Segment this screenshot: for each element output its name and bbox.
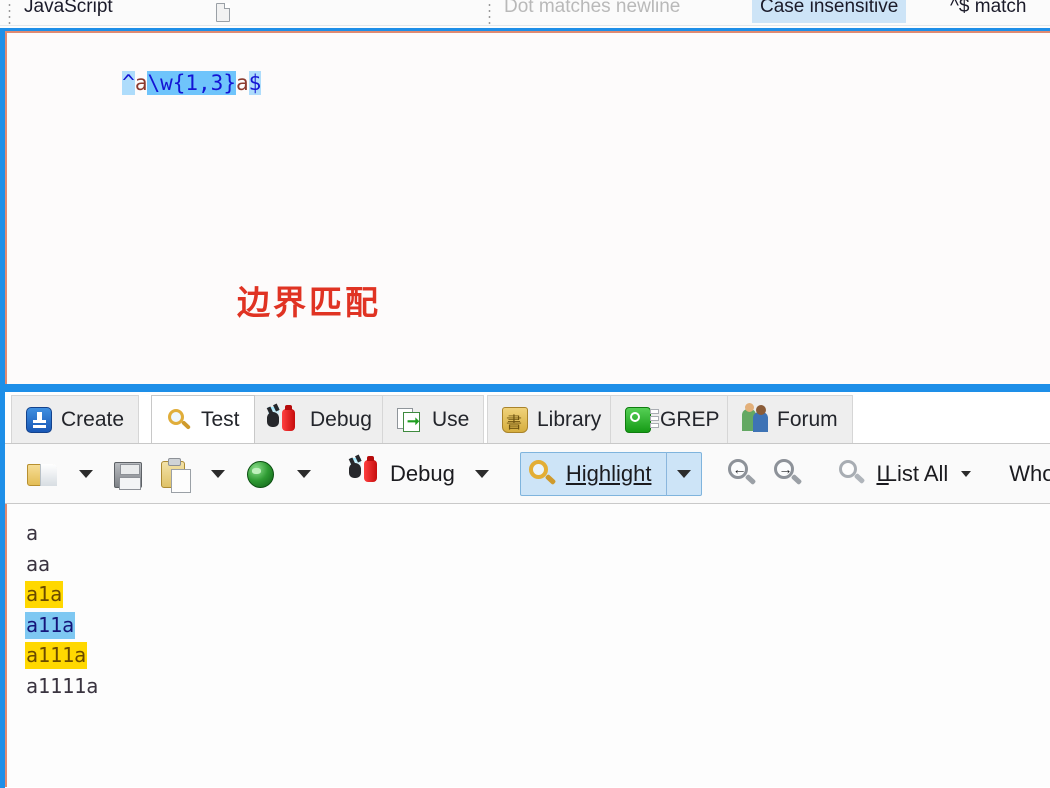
magnifier-left-arrow-icon: ← bbox=[727, 458, 759, 490]
list-all-button[interactable]: L List All bbox=[830, 452, 984, 496]
tab-create-label: Create bbox=[61, 407, 125, 431]
test-line: a11a bbox=[25, 610, 1050, 641]
toolbar-grip[interactable] bbox=[8, 2, 11, 24]
test-line-text-match: a111a bbox=[25, 642, 88, 669]
tab-debug[interactable]: Debug bbox=[252, 395, 387, 443]
open-file-dropdown[interactable] bbox=[66, 452, 106, 496]
grep-icon bbox=[625, 406, 659, 433]
test-line-text-selected-match: a11a bbox=[25, 611, 76, 639]
debug-bug-icon bbox=[349, 455, 383, 490]
tab-create[interactable]: Create bbox=[11, 395, 140, 443]
test-line-text: a1111a bbox=[26, 673, 99, 698]
regex-token-literal-a1: a bbox=[134, 71, 148, 95]
regex-input-area[interactable]: ^a\w{1,3}a$ 边界匹配 bbox=[5, 31, 1050, 390]
tab-library[interactable]: Library bbox=[487, 395, 617, 443]
magnifier-right-arrow-icon: → bbox=[773, 458, 805, 490]
regex-editor-panel: ^a\w{1,3}a$ 边界匹配 bbox=[0, 28, 1050, 390]
debug-button[interactable]: Debug bbox=[342, 452, 462, 496]
option-dot-matches-newline[interactable]: Dot matches newline bbox=[504, 0, 680, 18]
paste-dropdown[interactable] bbox=[198, 452, 238, 496]
library-icon bbox=[502, 406, 528, 433]
option-case-insensitive[interactable]: Case insensitive bbox=[752, 0, 907, 23]
floppy-save-icon bbox=[113, 458, 145, 490]
test-line-text: aa bbox=[26, 551, 51, 576]
tab-debug-label: Debug bbox=[310, 407, 372, 431]
tab-grep-label: GREP bbox=[660, 407, 720, 431]
debug-bug-icon bbox=[267, 404, 301, 433]
regex-flavor-label[interactable]: JavaScript bbox=[24, 0, 113, 18]
tab-use-label: Use bbox=[432, 407, 470, 431]
tab-forum[interactable]: Forum bbox=[727, 395, 853, 443]
highlight-button[interactable]: Highlight bbox=[519, 451, 703, 496]
test-line: a111a bbox=[25, 640, 1050, 671]
globe-icon bbox=[245, 458, 277, 490]
test-toolbar: Debug Highlight ← → L List All Who bbox=[5, 444, 1050, 504]
toolbar-grip-2[interactable] bbox=[488, 2, 491, 24]
highlight-button-label: Highlight bbox=[565, 460, 652, 486]
test-panel: Create Test Debug ➞ Use 書 Library GREP F… bbox=[0, 392, 1050, 788]
annotation-text: 边界匹配 bbox=[237, 284, 381, 321]
chevron-down-icon bbox=[211, 469, 225, 478]
chevron-down-icon bbox=[474, 469, 489, 478]
tab-grep[interactable]: GREP bbox=[610, 395, 735, 443]
save-button[interactable] bbox=[106, 452, 152, 496]
whole-file-label: Whole file bbox=[1009, 460, 1050, 486]
tab-test-label: Test bbox=[201, 407, 240, 431]
test-line-text-match: a1a bbox=[25, 581, 64, 608]
regex-token-word-quantifier: \w{1,3} bbox=[147, 71, 236, 95]
tab-test[interactable]: Test bbox=[151, 395, 255, 443]
regex-pattern-text[interactable]: ^a\w{1,3}a$ bbox=[21, 47, 262, 119]
magnifier-gold-icon bbox=[527, 458, 559, 490]
option-caret-dollar-match[interactable]: ^$ match bbox=[950, 0, 1027, 18]
whole-file-button[interactable]: Whole file bbox=[1002, 452, 1050, 496]
forum-people-icon bbox=[742, 402, 768, 433]
test-line: a1a bbox=[25, 579, 1050, 610]
chevron-down-icon bbox=[961, 470, 972, 477]
test-line: a bbox=[25, 518, 1050, 549]
open-folder-icon bbox=[27, 458, 59, 490]
magnifier-icon bbox=[166, 407, 192, 433]
list-all-text: List All bbox=[884, 460, 949, 486]
regex-token-literal-a2: a bbox=[235, 71, 249, 95]
debug-dropdown[interactable] bbox=[462, 452, 502, 496]
test-line-text: a bbox=[26, 521, 39, 545]
page-icon[interactable] bbox=[216, 3, 230, 22]
chevron-down-icon bbox=[297, 469, 311, 478]
tab-use[interactable]: ➞ Use bbox=[382, 395, 485, 443]
browser-dropdown[interactable] bbox=[284, 452, 324, 496]
chevron-down-icon bbox=[79, 469, 93, 478]
open-in-browser-button[interactable] bbox=[238, 452, 284, 496]
tab-forum-label: Forum bbox=[777, 407, 838, 431]
paste-button[interactable] bbox=[152, 452, 198, 496]
use-page-icon: ➞ bbox=[397, 407, 423, 433]
magnifier-gray-icon bbox=[837, 458, 869, 490]
create-icon bbox=[26, 406, 52, 433]
panel-divider bbox=[0, 384, 1050, 392]
regex-tester-window: JavaScript Dot matches newline Case inse… bbox=[0, 0, 1050, 788]
test-subject-text-area[interactable]: a aa a1a a11a a111a a1111a bbox=[5, 504, 1050, 787]
clipboard-paste-icon bbox=[159, 457, 191, 493]
options-bar-divider bbox=[0, 25, 1050, 26]
find-previous-button[interactable]: ← bbox=[720, 452, 766, 496]
find-next-button[interactable]: → bbox=[766, 452, 812, 496]
test-line: a1111a bbox=[25, 671, 1050, 702]
main-tab-bar: Create Test Debug ➞ Use 書 Library GREP F… bbox=[5, 392, 1050, 444]
test-line: aa bbox=[25, 549, 1050, 580]
tab-library-label: Library bbox=[537, 407, 602, 431]
regex-token-dollar: $ bbox=[248, 71, 262, 95]
chevron-down-icon bbox=[677, 469, 692, 478]
open-file-button[interactable] bbox=[20, 452, 66, 496]
regex-options-bar: JavaScript Dot matches newline Case inse… bbox=[0, 0, 1050, 26]
regex-token-caret: ^ bbox=[122, 71, 135, 95]
debug-button-label: Debug bbox=[390, 460, 455, 486]
